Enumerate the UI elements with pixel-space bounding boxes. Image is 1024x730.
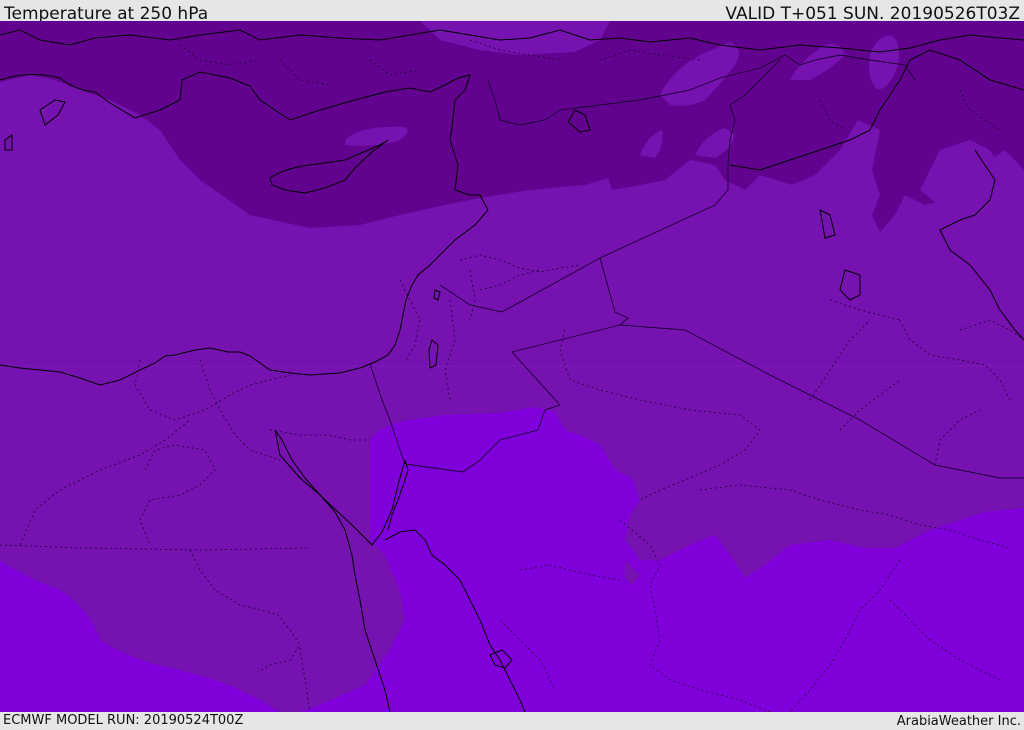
map-canvas: [0, 21, 1024, 712]
header-bar: Temperature at 250 hPa VALID T+051 SUN. …: [0, 0, 1024, 24]
model-run-label: ECMWF MODEL RUN: 20190524T00Z: [3, 713, 244, 728]
credit-label: ArabiaWeather Inc.: [896, 714, 1021, 729]
weather-map[interactable]: [0, 21, 1024, 712]
footer-bar: ECMWF MODEL RUN: 20190524T00Z ArabiaWeat…: [0, 712, 1024, 729]
